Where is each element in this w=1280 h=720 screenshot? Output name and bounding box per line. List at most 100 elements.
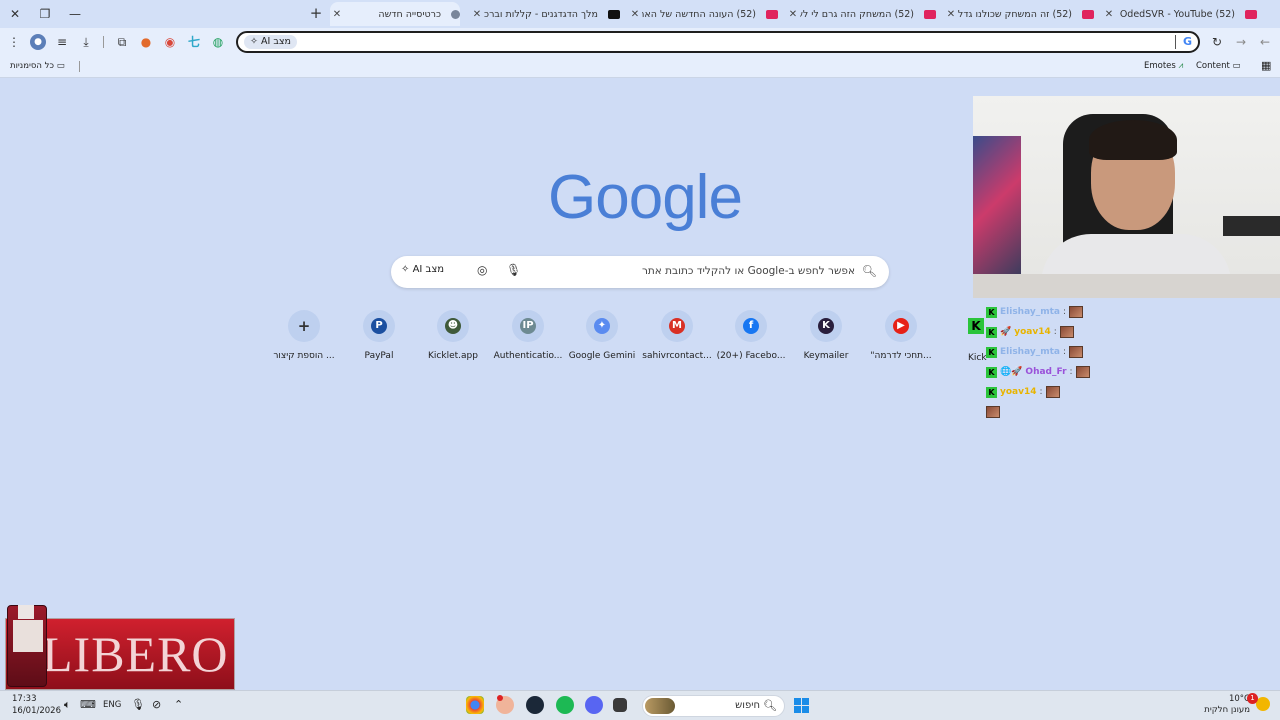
forward-icon[interactable]: → (1233, 34, 1249, 50)
google-logo: Google (548, 163, 743, 232)
tab-youtube-4[interactable]: (52) העונה החדשה של האחוזה ✕ (628, 2, 778, 26)
reload-icon[interactable]: ↻ (1209, 34, 1225, 50)
new-tab-button[interactable]: + (306, 4, 326, 24)
search-icon: 🔍︎ (763, 699, 777, 712)
chrome-taskbar-icon[interactable] (466, 696, 484, 714)
chat-separator: : (1063, 347, 1067, 357)
menu-icon[interactable]: ⋮ (6, 34, 22, 50)
bookmark-emotes[interactable]: Emotes ⩘ (1144, 61, 1183, 71)
taskbar-search-placeholder: חיפוש (735, 700, 760, 711)
system-clock[interactable]: 17:33 16/01/2026 (12, 693, 61, 717)
tab-youtube-3[interactable]: (52) המשחק הזה גרם לי לשנוא ✕ (786, 2, 936, 26)
close-tab-icon[interactable]: ✕ (944, 9, 958, 20)
paypal-icon: P (371, 318, 387, 334)
close-tab-icon[interactable]: ✕ (1102, 9, 1116, 20)
tab-new-tab[interactable]: כרטיסייה חדשה ✕ (330, 2, 460, 26)
extension-translate-icon[interactable]: 七 (186, 34, 202, 50)
facebook-icon: f (743, 318, 759, 334)
tab-youtube-odedsvr[interactable]: (52) OdedSVR - YouTube ✕ (1102, 2, 1257, 26)
chat-badge-icon: 🚀 (1000, 327, 1012, 337)
chat-username: Ohad_Fr (1025, 367, 1067, 377)
webcam-shelf (1223, 216, 1280, 236)
shortcut-label: Keymailer (803, 351, 849, 361)
close-window-icon[interactable]: ✕ (4, 4, 26, 24)
extensions-icon[interactable]: ⧉ (114, 34, 130, 50)
bookmark-content[interactable]: Content ▭ (1196, 61, 1241, 71)
all-bookmarks-folder[interactable]: ▭ כל הסימניות (10, 61, 65, 71)
reading-list-icon[interactable]: ≡ (54, 34, 70, 50)
libero-brand-text: LIBERO (42, 626, 229, 682)
shortcut-tile[interactable]: ✦ Google Gemini (564, 310, 640, 361)
volume-icon[interactable]: 🔈︎ (64, 698, 71, 712)
restore-window-icon[interactable]: ❐ (34, 4, 56, 24)
kick-badge-icon: K (986, 346, 997, 358)
file-explorer-taskbar-icon[interactable] (613, 698, 627, 712)
shortcut-tile[interactable]: + הוספת קיצור ... (266, 310, 342, 361)
chat-emote-image (1069, 346, 1084, 358)
search-placeholder: אפשר לחפש ב-Google או להקליד כתובת אתר (641, 265, 855, 277)
camera-lens-icon[interactable]: ◎ (477, 263, 487, 277)
chat-badge-icon: 🌐🚀 (1000, 367, 1023, 377)
camera-off-icon[interactable]: ⊘ (152, 698, 161, 711)
tab-strip: ✕ ❐ — + (52) OdedSVR - YouTube ✕ (52) זה… (0, 0, 1280, 28)
close-tab-icon[interactable]: ✕ (330, 9, 344, 20)
extension-basketball-icon[interactable]: ● (138, 34, 154, 50)
extension-grammarly-icon[interactable]: ◍ (210, 34, 226, 50)
tab-youtube-2[interactable]: (52) זה המשחק שכולנו גדלנו עליו ✕ (944, 2, 1094, 26)
youtube-icon (766, 9, 778, 19)
extension-location-icon[interactable]: ◉ (162, 34, 178, 50)
shortcut-label: Authenticatio... (493, 351, 563, 361)
shortcut-icon-circle: ☻ (437, 310, 469, 342)
shortcut-icon-circle: + (288, 310, 320, 342)
taskbar-search-box[interactable]: חיפוש 🔍︎ (642, 695, 785, 717)
chrome-icon (451, 9, 460, 19)
windows-taskbar: 17:33 16/01/2026 🔈︎ ⌨ ENG 🎙︎ ⊘ ⌃ חיפוש 🔍… (0, 690, 1280, 720)
ai-mode-chip[interactable]: מצב AI ✧ (244, 35, 297, 49)
spotify-taskbar-icon[interactable] (556, 696, 574, 714)
shortcut-icon-circle: K (810, 310, 842, 342)
shortcut-tile[interactable]: ▶ "תחכי לדרמה... (863, 310, 939, 361)
kicklet-icon: ☻ (445, 318, 461, 334)
apps-grid-icon[interactable]: ▦ (1261, 59, 1271, 72)
microphone-icon[interactable]: 🎙︎ (506, 263, 521, 277)
ai-mode-button[interactable]: מצב AI ✧ (401, 264, 444, 275)
all-bookmarks-label: כל הסימניות (10, 61, 54, 71)
windows-start-icon[interactable] (794, 698, 809, 713)
ai-sparkle-icon: ✧ (250, 36, 258, 47)
discord-taskbar-icon[interactable] (585, 696, 603, 714)
weather-widget[interactable]: 10°C מעונן חלקית (1204, 694, 1250, 716)
minimize-window-icon[interactable]: — (64, 4, 86, 24)
language-indicator[interactable]: ENG (103, 700, 121, 710)
chat-username: yoav14 (1000, 387, 1037, 397)
close-tab-icon[interactable]: ✕ (470, 9, 484, 20)
shortcut-tile[interactable]: ☻ Kicklet.app (415, 310, 491, 361)
shortcut-tile[interactable]: K Keymailer (788, 310, 864, 361)
close-tab-icon[interactable]: ✕ (628, 9, 642, 20)
shortcut-tile[interactable]: P PayPal (341, 310, 417, 361)
kick-badge-icon: K (986, 306, 997, 318)
show-hidden-icons-icon[interactable]: ⌃ (174, 698, 183, 711)
perfume-cap (18, 605, 34, 619)
chat-emote-image (1059, 326, 1074, 338)
weather-temperature: 10°C (1228, 694, 1250, 704)
shortcut-label: הוספת קיצור ... (273, 351, 335, 361)
shortcut-tile[interactable]: IP Authenticatio... (490, 310, 566, 361)
address-bar[interactable]: מצב AI ✧ G (236, 31, 1200, 53)
notification-badge[interactable]: 1 (1247, 693, 1258, 704)
profile-avatar-icon[interactable]: ● (30, 34, 46, 50)
steam-taskbar-icon[interactable] (526, 696, 544, 714)
shortcut-tile[interactable]: Msahivrcontact... (639, 310, 715, 361)
tab-tiktok[interactable]: מלך הדגדגנים - קללות וברכות ✕ (470, 2, 620, 26)
shortcut-icon-circle: ▶ (885, 310, 917, 342)
close-tab-icon[interactable]: ✕ (786, 9, 800, 20)
back-icon[interactable]: ← (1257, 34, 1273, 50)
shortcut-tile[interactable]: f (20+) Facebo... (713, 310, 789, 361)
google-lens-icon[interactable]: G (1183, 35, 1192, 48)
download-icon[interactable]: ⤓ (78, 34, 94, 50)
network-icon[interactable]: ⌨ (80, 698, 96, 711)
google-search-box[interactable]: 🔍︎ אפשר לחפש ב-Google או להקליד כתובת את… (391, 256, 889, 288)
chat-message: K Elishay_mta: (986, 302, 1136, 322)
weather-sun-icon (1256, 697, 1270, 711)
microphone-tray-icon[interactable]: 🎙︎ (131, 698, 145, 711)
chat-separator: : (1063, 307, 1067, 317)
